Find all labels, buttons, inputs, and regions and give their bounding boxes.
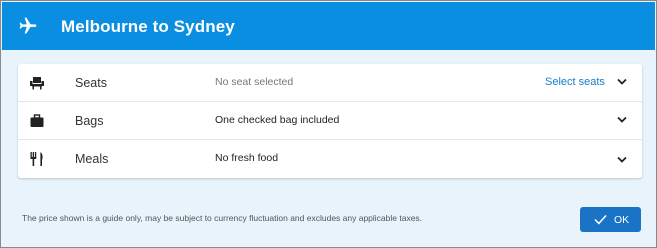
extras-row-label: Bags xyxy=(75,114,104,128)
plane-icon xyxy=(19,17,37,34)
extras-row-value: No seat selected xyxy=(215,76,294,88)
price-disclaimer: The price shown is a guide only, may be … xyxy=(22,213,423,223)
extras-row-value: No fresh food xyxy=(215,152,279,164)
select-seats-link[interactable]: Select seats xyxy=(545,76,605,88)
chevron-down-icon[interactable] xyxy=(617,156,627,164)
extras-row-value: One checked bag included xyxy=(215,114,340,126)
extras-row-label: Seats xyxy=(75,76,107,90)
seat-icon xyxy=(30,77,44,90)
meal-icon xyxy=(30,152,43,166)
extras-row-label: Meals xyxy=(75,152,109,166)
chevron-down-icon[interactable] xyxy=(617,78,627,86)
dialog-title: Melbourne to Sydney xyxy=(61,17,235,36)
extras-row-seats[interactable]: Seats No seat selected Select seats xyxy=(18,64,642,102)
dialog: Melbourne to Sydney Seats No seat select… xyxy=(0,0,657,248)
extras-card: Seats No seat selected Select seats Bags… xyxy=(18,64,642,178)
bag-icon xyxy=(30,114,44,127)
extras-row-bags[interactable]: Bags One checked bag included xyxy=(18,102,642,140)
checkmark-icon xyxy=(594,214,607,225)
ok-button-label: OK xyxy=(614,214,630,226)
chevron-down-icon[interactable] xyxy=(617,116,627,124)
ok-button[interactable]: OK xyxy=(580,207,641,232)
dialog-header: Melbourne to Sydney xyxy=(2,2,655,50)
extras-row-meals[interactable]: Meals No fresh food xyxy=(18,140,642,178)
